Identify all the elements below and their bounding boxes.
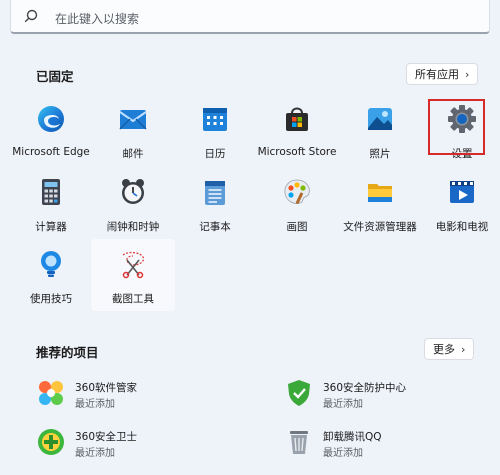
recommended-item-subtitle: 最近添加: [323, 399, 363, 410]
chevron-right-icon: ›: [461, 342, 466, 356]
pinned-title: 已固定: [36, 69, 74, 84]
recommended-item-name: 360安全卫士: [75, 431, 138, 443]
pinned-app-snipping-tool[interactable]: 截图工具: [93, 249, 173, 306]
pinned-app-label: 文件资源管理器: [343, 221, 417, 233]
360-guard-icon: [38, 429, 64, 455]
pinned-app-photos[interactable]: 照片: [340, 104, 420, 161]
clock-icon: [122, 179, 144, 204]
recommended-item[interactable]: 卸载腾讯QQ 最近添加: [284, 426, 484, 460]
mail-icon: [119, 110, 147, 130]
recommended-item-name: 360安全防护中心: [323, 382, 407, 394]
recycle-bin-icon: [290, 431, 308, 454]
pinned-app-paint[interactable]: 画图: [257, 177, 337, 234]
search-box[interactable]: 在此键入以搜索: [10, 0, 490, 34]
edge-icon: [38, 106, 64, 132]
snipping-icon: [122, 251, 145, 279]
recommended-item[interactable]: 360安全卫士 最近添加: [36, 426, 236, 460]
recommended-item[interactable]: 360安全防护中心 最近添加: [284, 377, 484, 411]
all-apps-label: 所有应用: [415, 68, 459, 81]
pinned-app-calendar[interactable]: 日历: [175, 104, 255, 161]
chevron-right-icon: ›: [465, 67, 470, 81]
pinned-app-label: 计算器: [35, 221, 67, 233]
pinned-app-movies-tv[interactable]: 电影和电视: [422, 177, 500, 234]
photos-icon: [368, 108, 392, 130]
pinned-app-label: Microsoft Store: [257, 146, 337, 158]
recommended-item[interactable]: 360软件管家 最近添加: [36, 377, 236, 411]
calculator-icon: [42, 179, 60, 205]
more-button[interactable]: 更多 ›: [424, 338, 475, 360]
pinned-app-tips[interactable]: 使用技巧: [11, 249, 91, 306]
store-icon: [286, 107, 308, 131]
pinned-app-file-explorer[interactable]: 文件资源管理器: [340, 177, 420, 234]
paint-icon: [284, 179, 310, 204]
tips-icon: [41, 251, 61, 277]
pinned-app-label: Microsoft Edge: [12, 146, 90, 158]
all-apps-button[interactable]: 所有应用 ›: [406, 63, 479, 85]
recommended-item-name: 360软件管家: [75, 382, 138, 394]
pinned-app-edge[interactable]: Microsoft Edge: [11, 104, 91, 158]
search-placeholder: 在此键入以搜索: [55, 12, 140, 26]
360-software-icon: [39, 381, 63, 405]
pinned-app-alarms[interactable]: 闹钟和时钟: [93, 177, 173, 234]
pinned-app-store[interactable]: Microsoft Store: [257, 104, 337, 158]
movies-icon: [450, 181, 474, 203]
pinned-app-label: 照片: [369, 148, 391, 160]
pinned-app-mail[interactable]: 邮件: [93, 104, 173, 161]
pinned-app-label: 记事本: [199, 221, 231, 233]
pinned-app-label: 闹钟和时钟: [106, 221, 160, 233]
pinned-app-label: 电影和电视: [435, 221, 489, 233]
more-label: 更多: [433, 343, 455, 356]
recommended-title: 推荐的项目: [36, 345, 99, 360]
folder-icon: [368, 184, 392, 202]
calendar-icon: [203, 108, 227, 131]
pinned-app-label: 日历: [204, 148, 226, 160]
360-shield-icon: [288, 380, 310, 406]
pinned-app-notepad[interactable]: 记事本: [175, 177, 255, 234]
pinned-app-label: 截图工具: [112, 293, 154, 305]
pinned-app-label: 画图: [286, 221, 308, 233]
search-icon: [24, 9, 38, 23]
recommended-item-subtitle: 最近添加: [75, 399, 115, 410]
recommended-item-subtitle: 最近添加: [323, 448, 363, 459]
recommended-item-name: 卸载腾讯QQ: [323, 431, 382, 443]
settings-highlight-box: [428, 99, 485, 155]
pinned-app-label: 邮件: [122, 148, 144, 160]
recommended-item-subtitle: 最近添加: [75, 448, 115, 459]
pinned-app-label: 使用技巧: [30, 293, 72, 305]
notepad-icon: [205, 181, 225, 205]
pinned-app-calculator[interactable]: 计算器: [11, 177, 91, 234]
